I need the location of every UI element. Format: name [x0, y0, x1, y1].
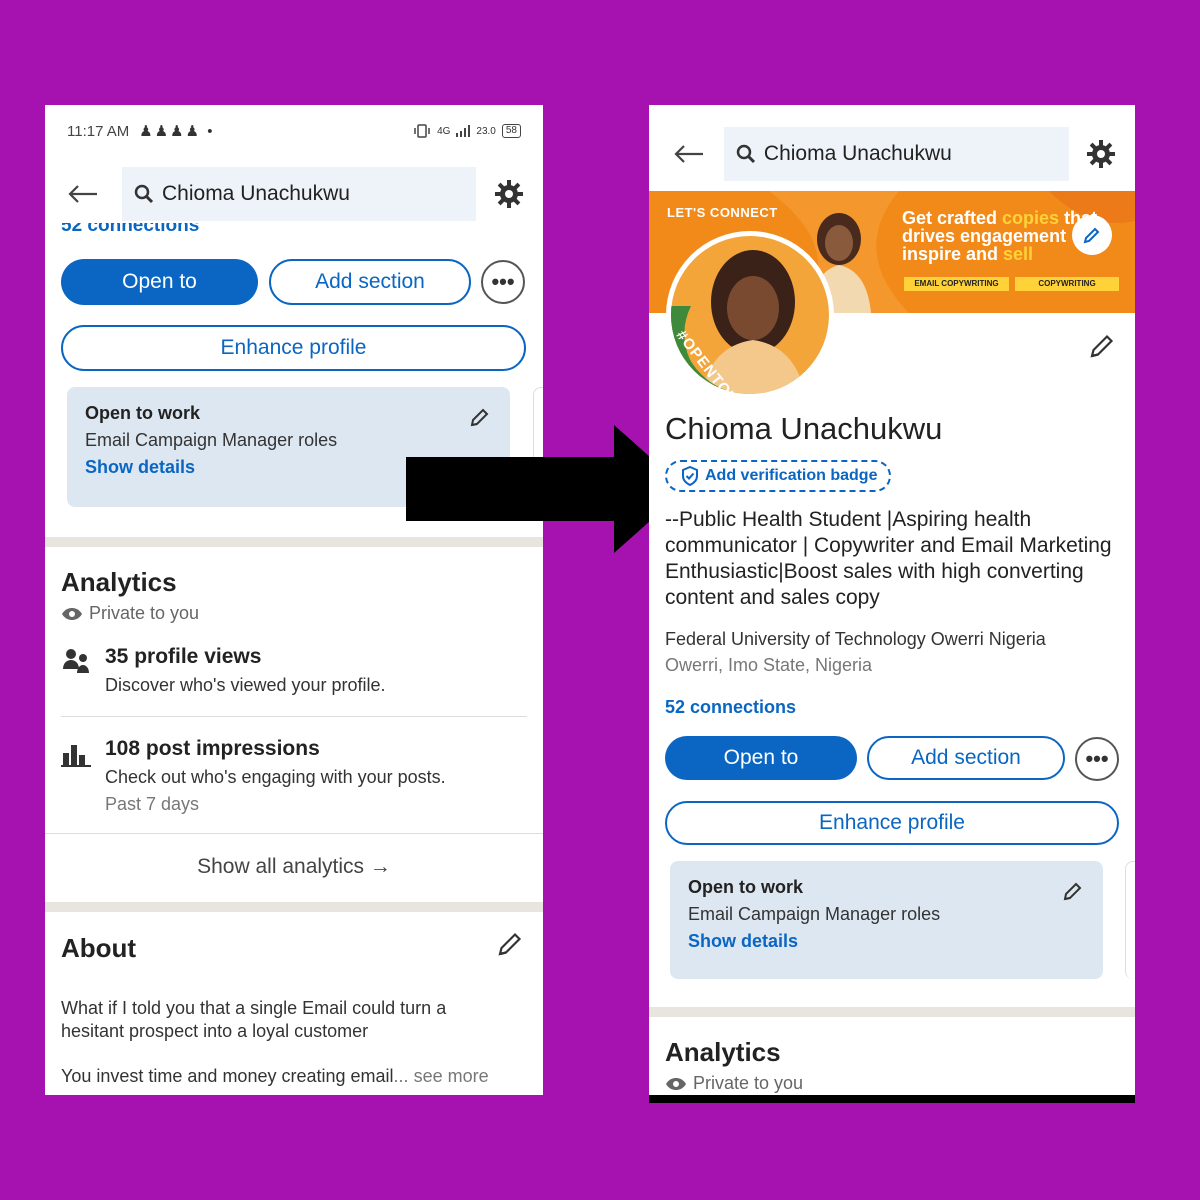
next-card-peek: [1125, 861, 1135, 979]
more-options-button[interactable]: •••: [1075, 737, 1119, 781]
connections-link-partial[interactable]: 52 connections: [61, 223, 199, 237]
edit-pencil-icon[interactable]: [1087, 331, 1117, 361]
banner-highlight: sell: [1003, 244, 1034, 264]
about-paragraph-1: What if I told you that a single Email c…: [61, 998, 447, 1041]
open-to-work-card[interactable]: Open to work Email Campaign Manager role…: [670, 861, 1103, 979]
private-label: Private to you: [61, 603, 199, 624]
private-text: Private to you: [693, 1073, 804, 1093]
profile-photo[interactable]: #OPENTOWORK: [666, 231, 834, 440]
open-to-button[interactable]: Open to: [61, 259, 258, 305]
stat-period: Past 7 days: [105, 794, 200, 814]
section-divider: [45, 902, 543, 912]
connections-link[interactable]: 52 connections: [665, 697, 796, 718]
profile-education: Federal University of Technology Owerri …: [665, 629, 1046, 649]
notification-icons: ♟♟♟♟ •: [139, 123, 215, 140]
banner-tag: COPYWRITING: [1015, 277, 1119, 291]
profile-headline: --Public Health Student |Aspiring health…: [665, 508, 1112, 609]
profile-name: Chioma Unachukwu: [665, 411, 943, 446]
search-icon: [134, 184, 154, 204]
edit-pencil-icon[interactable]: [1061, 881, 1083, 903]
banner-tag: EMAIL COPYWRITING: [904, 277, 1009, 291]
search-bar-row: Chioma Unachukwu: [669, 127, 1119, 181]
status-time: 11:17 AM: [67, 122, 130, 140]
open-to-work-title: Open to work: [85, 403, 201, 423]
stat-description: Discover who's viewed your profile.: [105, 675, 386, 695]
about-paragraph-2: You invest time and money creating email…: [61, 1066, 489, 1087]
eye-icon: [666, 1077, 686, 1090]
settings-gear-icon[interactable]: [1083, 136, 1119, 172]
about-ellipsis: ...: [393, 1066, 409, 1086]
people-icon: [63, 649, 89, 673]
see-more-link[interactable]: see more: [414, 1066, 489, 1086]
about-text: You invest time and money creating email: [61, 1066, 394, 1086]
banner-text: drives engagement: [902, 226, 1067, 246]
left-screenshot: 11:17 AM ♟♟♟♟ • 4G 23.0 58 Chioma Unachu…: [45, 105, 543, 1095]
search-icon: [736, 144, 755, 164]
open-to-button[interactable]: Open to: [665, 736, 857, 780]
status-bar: 11:17 AM ♟♟♟♟ • 4G 23.0 58: [67, 121, 521, 141]
data-speed: 23.0: [476, 125, 496, 137]
more-options-button[interactable]: •••: [481, 260, 525, 304]
banner-lets-connect: LET'S CONNECT: [667, 205, 778, 220]
settings-gear-icon[interactable]: [491, 176, 527, 212]
vibrate-icon: [414, 124, 430, 138]
stat-headline: 108 post impressions: [105, 737, 320, 760]
stat-divider: [45, 833, 543, 834]
add-verification-badge-button[interactable]: Add verification badge: [665, 460, 892, 492]
profile-views-stat[interactable]: 35 profile views Discover who's viewed y…: [61, 645, 527, 696]
show-all-analytics-link[interactable]: Show all analytics →: [45, 855, 543, 879]
stat-divider: [61, 716, 527, 717]
search-bar-row: Chioma Unachukwu: [63, 167, 529, 221]
show-details-link[interactable]: Show details: [688, 931, 1085, 952]
analytics-heading: Analytics: [665, 1037, 781, 1067]
stat-description: Check out who's engaging with your posts…: [105, 767, 446, 787]
banner-highlight: copies: [1002, 208, 1060, 228]
about-heading: About: [61, 933, 137, 963]
stat-headline: 35 profile views: [105, 645, 262, 668]
back-arrow-icon[interactable]: [669, 134, 709, 174]
search-query: Chioma Unachukwu: [763, 142, 952, 165]
verification-label: Add verification badge: [705, 467, 878, 484]
profile-location: Owerri, Imo State, Nigeria: [665, 655, 873, 675]
section-divider: [649, 1007, 1135, 1017]
bar-chart-icon: [61, 745, 91, 767]
enhance-profile-button[interactable]: Enhance profile: [61, 325, 526, 371]
back-arrow-icon[interactable]: [63, 174, 103, 214]
signal-icon: [456, 125, 471, 137]
open-to-work-title: Open to work: [688, 877, 804, 897]
enhance-profile-button[interactable]: Enhance profile: [665, 801, 1119, 845]
private-label: Private to you: [665, 1073, 803, 1094]
add-section-button[interactable]: Add section: [269, 259, 471, 305]
post-impressions-stat[interactable]: 108 post impressions Check out who's eng…: [61, 737, 527, 815]
eye-icon: [62, 607, 82, 620]
profile-photo-art: [671, 236, 829, 394]
analytics-heading: Analytics: [61, 567, 177, 597]
open-to-work-role: Email Campaign Manager roles: [688, 904, 941, 924]
banner-tagline: Get crafted copies that drives engagemen…: [902, 209, 1097, 263]
banner-text: Get crafted: [902, 208, 1003, 228]
edit-pencil-icon[interactable]: [495, 929, 525, 959]
edit-pencil-icon: [1083, 227, 1100, 244]
private-text: Private to you: [89, 603, 200, 623]
search-query: Chioma Unachukwu: [162, 182, 350, 205]
battery-icon: 58: [501, 124, 521, 138]
banner-text: inspire and: [902, 244, 1004, 264]
network-type: 4G: [437, 125, 451, 137]
right-arrow-icon: [406, 425, 686, 553]
add-section-button[interactable]: Add section: [867, 736, 1065, 780]
right-screenshot: Chioma Unachukwu LET'S CONNECT Get craft…: [649, 105, 1135, 1103]
search-input[interactable]: Chioma Unachukwu: [723, 127, 1070, 181]
search-input[interactable]: Chioma Unachukwu: [122, 167, 476, 221]
shield-check-icon: [682, 466, 698, 486]
edit-banner-button[interactable]: [1072, 215, 1112, 255]
